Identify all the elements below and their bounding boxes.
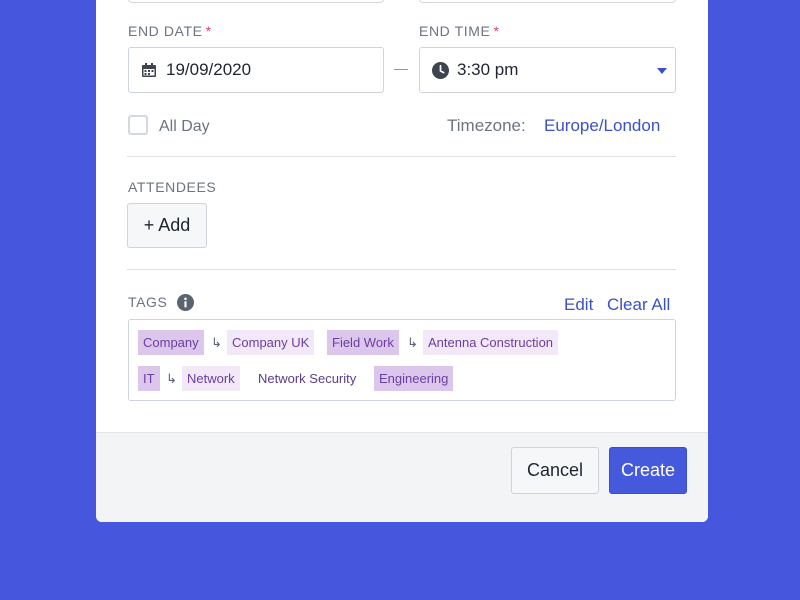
- end-time-label-text: END TIME: [419, 23, 491, 39]
- tag-arrow: ↳: [407, 335, 418, 350]
- required-mark: *: [493, 23, 500, 39]
- divider: [127, 156, 676, 157]
- tag-company-uk[interactable]: Company UK: [227, 330, 315, 355]
- start-date-field-partial[interactable]: [128, 0, 384, 3]
- tag-network[interactable]: Network: [182, 366, 240, 391]
- clock-icon: [432, 61, 449, 79]
- event-modal: END DATE * 19/09/2020 END TIME * 3:30 pm A…: [96, 0, 708, 522]
- range-separator: [394, 69, 408, 70]
- end-time-select[interactable]: 3:30 pm: [419, 47, 676, 93]
- create-button[interactable]: Create: [609, 447, 687, 494]
- calendar-icon: [142, 63, 156, 77]
- tag-field-work[interactable]: Field Work: [327, 330, 399, 355]
- end-time-label: END TIME *: [419, 23, 500, 39]
- modal-footer: Cancel Create: [96, 432, 708, 522]
- tag-antenna-construction[interactable]: Antenna Construction: [423, 330, 559, 355]
- timezone-link[interactable]: Europe/London: [544, 116, 660, 136]
- tags-label: TAGS: [128, 294, 168, 310]
- divider: [127, 269, 676, 270]
- end-date-value: 19/09/2020: [166, 60, 252, 79]
- add-attendee-button[interactable]: + Add: [127, 203, 207, 248]
- all-day-checkbox[interactable]: [128, 115, 148, 135]
- tag-company[interactable]: Company: [138, 330, 204, 355]
- required-mark: *: [205, 23, 212, 39]
- info-icon[interactable]: [177, 294, 194, 311]
- tag-network-security[interactable]: Network Security: [253, 366, 361, 391]
- attendees-label: ATTENDEES: [128, 179, 217, 195]
- end-time-value: 3:30 pm: [457, 60, 519, 79]
- tag-it[interactable]: IT: [138, 366, 160, 391]
- cancel-button[interactable]: Cancel: [511, 447, 599, 494]
- tags-container: Company ↳ Company UK Field Work ↳ Antenn…: [128, 319, 676, 401]
- tag-arrow: ↳: [166, 371, 177, 386]
- timezone-label: Timezone:: [447, 116, 526, 135]
- all-day-label[interactable]: All Day: [159, 118, 210, 136]
- end-date-label: END DATE *: [128, 23, 212, 39]
- edit-tags-link[interactable]: Edit: [564, 295, 593, 315]
- tag-arrow: ↳: [211, 335, 222, 350]
- clear-all-tags-link[interactable]: Clear All: [607, 295, 670, 315]
- end-date-input[interactable]: 19/09/2020: [128, 47, 384, 93]
- chevron-down-icon[interactable]: [657, 68, 667, 74]
- start-time-field-partial[interactable]: [419, 0, 676, 3]
- end-date-label-text: END DATE: [128, 23, 203, 39]
- tag-engineering[interactable]: Engineering: [374, 366, 454, 391]
